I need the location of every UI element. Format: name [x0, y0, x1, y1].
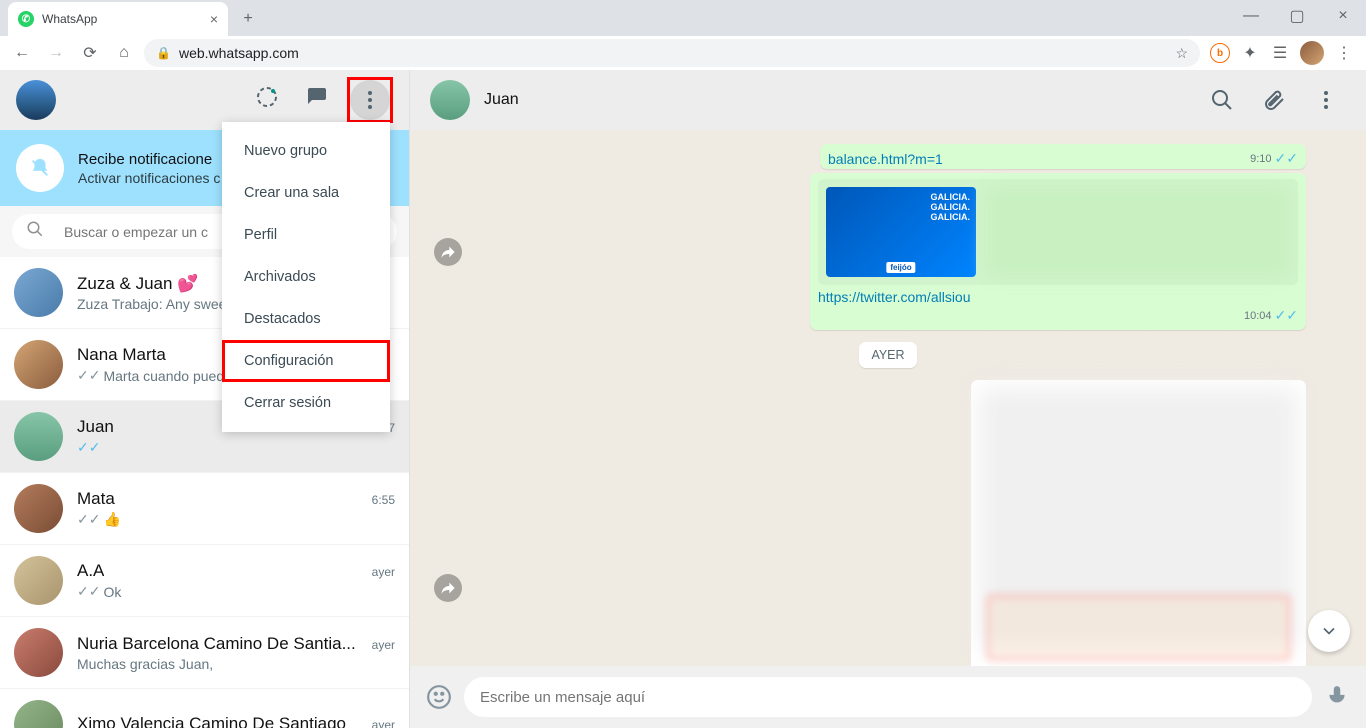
read-check-icon: ✓✓	[1275, 307, 1298, 324]
home-button[interactable]: ⌂	[110, 39, 138, 67]
chat-search-icon[interactable]	[1202, 80, 1242, 120]
chat-list-item[interactable]: A.A ayer ✓✓ Ok	[0, 545, 409, 617]
chat-menu-icon[interactable]	[1306, 80, 1346, 120]
extensions-puzzle-icon[interactable]: ✦	[1240, 43, 1260, 63]
chat-name: Nuria Barcelona Camino De Santia...	[77, 634, 356, 654]
extension-icon[interactable]: b	[1210, 43, 1230, 63]
chat-avatar	[14, 556, 63, 605]
whatsapp-favicon: ✆	[18, 11, 34, 27]
search-icon	[26, 220, 44, 243]
bookmark-star-icon[interactable]: ☆	[1175, 45, 1188, 62]
chat-avatar	[14, 484, 63, 533]
dropdown-item[interactable]: Configuración	[222, 340, 390, 382]
chat-name: Ximo Valencia Camino De Santiago	[77, 714, 346, 728]
reload-button[interactable]: ⟳	[76, 39, 104, 67]
options-dropdown: Nuevo grupoCrear una salaPerfilArchivado…	[222, 122, 390, 432]
my-avatar[interactable]	[16, 80, 56, 120]
chat-preview: ✓✓	[77, 439, 395, 456]
chat-preview: Muchas gracias Juan,	[77, 656, 395, 672]
date-separator: AYER	[859, 342, 916, 368]
check-icon: ✓✓	[77, 511, 100, 528]
url-text: web.whatsapp.com	[179, 45, 299, 61]
address-bar[interactable]: 🔒 web.whatsapp.com ☆	[144, 39, 1200, 67]
lock-icon: 🔒	[156, 46, 171, 60]
dropdown-item[interactable]: Cerrar sesión	[222, 382, 390, 424]
new-tab-button[interactable]: +	[234, 5, 262, 33]
check-icon: ✓✓	[77, 367, 100, 384]
tab-title: WhatsApp	[42, 12, 97, 26]
chat-avatar	[14, 340, 63, 389]
new-chat-icon[interactable]	[297, 77, 337, 117]
menu-dots-icon[interactable]	[350, 80, 390, 120]
sidebar-header	[0, 70, 409, 130]
chat-name: Juan	[77, 417, 114, 437]
composer	[410, 666, 1366, 728]
notification-subtitle: Activar notificaciones c	[78, 170, 220, 186]
notification-title: Recibe notificacione	[78, 151, 220, 168]
forward-button[interactable]: →	[42, 39, 70, 67]
chat-avatar	[14, 412, 63, 461]
chat-header-avatar[interactable]	[430, 80, 470, 120]
dropdown-item[interactable]: Archivados	[222, 256, 390, 298]
chat-list-item[interactable]: Ximo Valencia Camino De Santiago ayer	[0, 689, 409, 728]
close-window-button[interactable]: ×	[1320, 0, 1366, 32]
browser-tab[interactable]: ✆ WhatsApp ×	[8, 2, 228, 36]
chat-header-name[interactable]: Juan	[484, 91, 519, 109]
chat-avatar	[14, 700, 63, 728]
read-check-icon: ✓✓	[1275, 150, 1298, 167]
check-icon: ✓✓	[77, 583, 100, 600]
chat-name: Nana Marta	[77, 345, 166, 365]
message-link-truncated[interactable]: balance.html?m=1	[828, 151, 943, 167]
chat-list-item[interactable]: Nuria Barcelona Camino De Santia... ayer…	[0, 617, 409, 689]
attach-icon[interactable]	[1254, 80, 1294, 120]
forward-icon[interactable]	[434, 574, 462, 602]
dropdown-item[interactable]: Nuevo grupo	[222, 130, 390, 172]
maximize-button[interactable]: ▢	[1274, 0, 1320, 32]
chat-name: A.A	[77, 561, 104, 581]
dropdown-item[interactable]: Destacados	[222, 298, 390, 340]
chat-name: Zuza & Juan 💕	[77, 274, 198, 294]
chat-avatar	[14, 628, 63, 677]
message-bubble[interactable]: 6:38 ✓✓	[971, 380, 1306, 666]
chat-header: Juan	[410, 70, 1366, 130]
chat-avatar	[14, 268, 63, 317]
dropdown-item[interactable]: Crear una sala	[222, 172, 390, 214]
emoji-icon[interactable]	[426, 684, 452, 710]
browser-menu-icon[interactable]: ⋮	[1334, 43, 1354, 63]
bell-off-icon	[16, 144, 64, 192]
message-bubble[interactable]: GALICIA. GALICIA. GALICIA. feijóo https:…	[810, 173, 1306, 330]
scroll-down-button[interactable]	[1308, 610, 1350, 652]
close-tab-icon[interactable]: ×	[210, 11, 218, 27]
chat-time: ayer	[372, 638, 395, 652]
browser-profile-avatar[interactable]	[1300, 41, 1324, 65]
chat-time: ayer	[372, 565, 395, 579]
chat-preview: ✓✓ Ok	[77, 583, 395, 600]
status-icon[interactable]	[247, 77, 287, 117]
mic-icon[interactable]	[1324, 684, 1350, 710]
chat-time: 6:55	[372, 493, 395, 507]
chat-time: ayer	[372, 718, 395, 728]
dropdown-item[interactable]: Perfil	[222, 214, 390, 256]
link-preview-image: GALICIA. GALICIA. GALICIA. feijóo	[826, 187, 976, 277]
minimize-button[interactable]: —	[1228, 0, 1274, 32]
chat-name: Mata	[77, 489, 115, 509]
forward-icon[interactable]	[434, 238, 462, 266]
message-link[interactable]: https://twitter.com/allsiou	[818, 289, 1298, 305]
reading-list-icon[interactable]: ☰	[1270, 43, 1290, 63]
chat-list-item[interactable]: Mata 6:55 ✓✓ 👍	[0, 473, 409, 545]
message-input[interactable]	[464, 677, 1312, 717]
messages-area[interactable]: balance.html?m=1 9:10 ✓✓ GALICIA. GALICI…	[410, 130, 1366, 666]
check-icon: ✓✓	[77, 439, 100, 456]
back-button[interactable]: ←	[8, 39, 36, 67]
chat-preview: ✓✓ 👍	[77, 511, 395, 528]
